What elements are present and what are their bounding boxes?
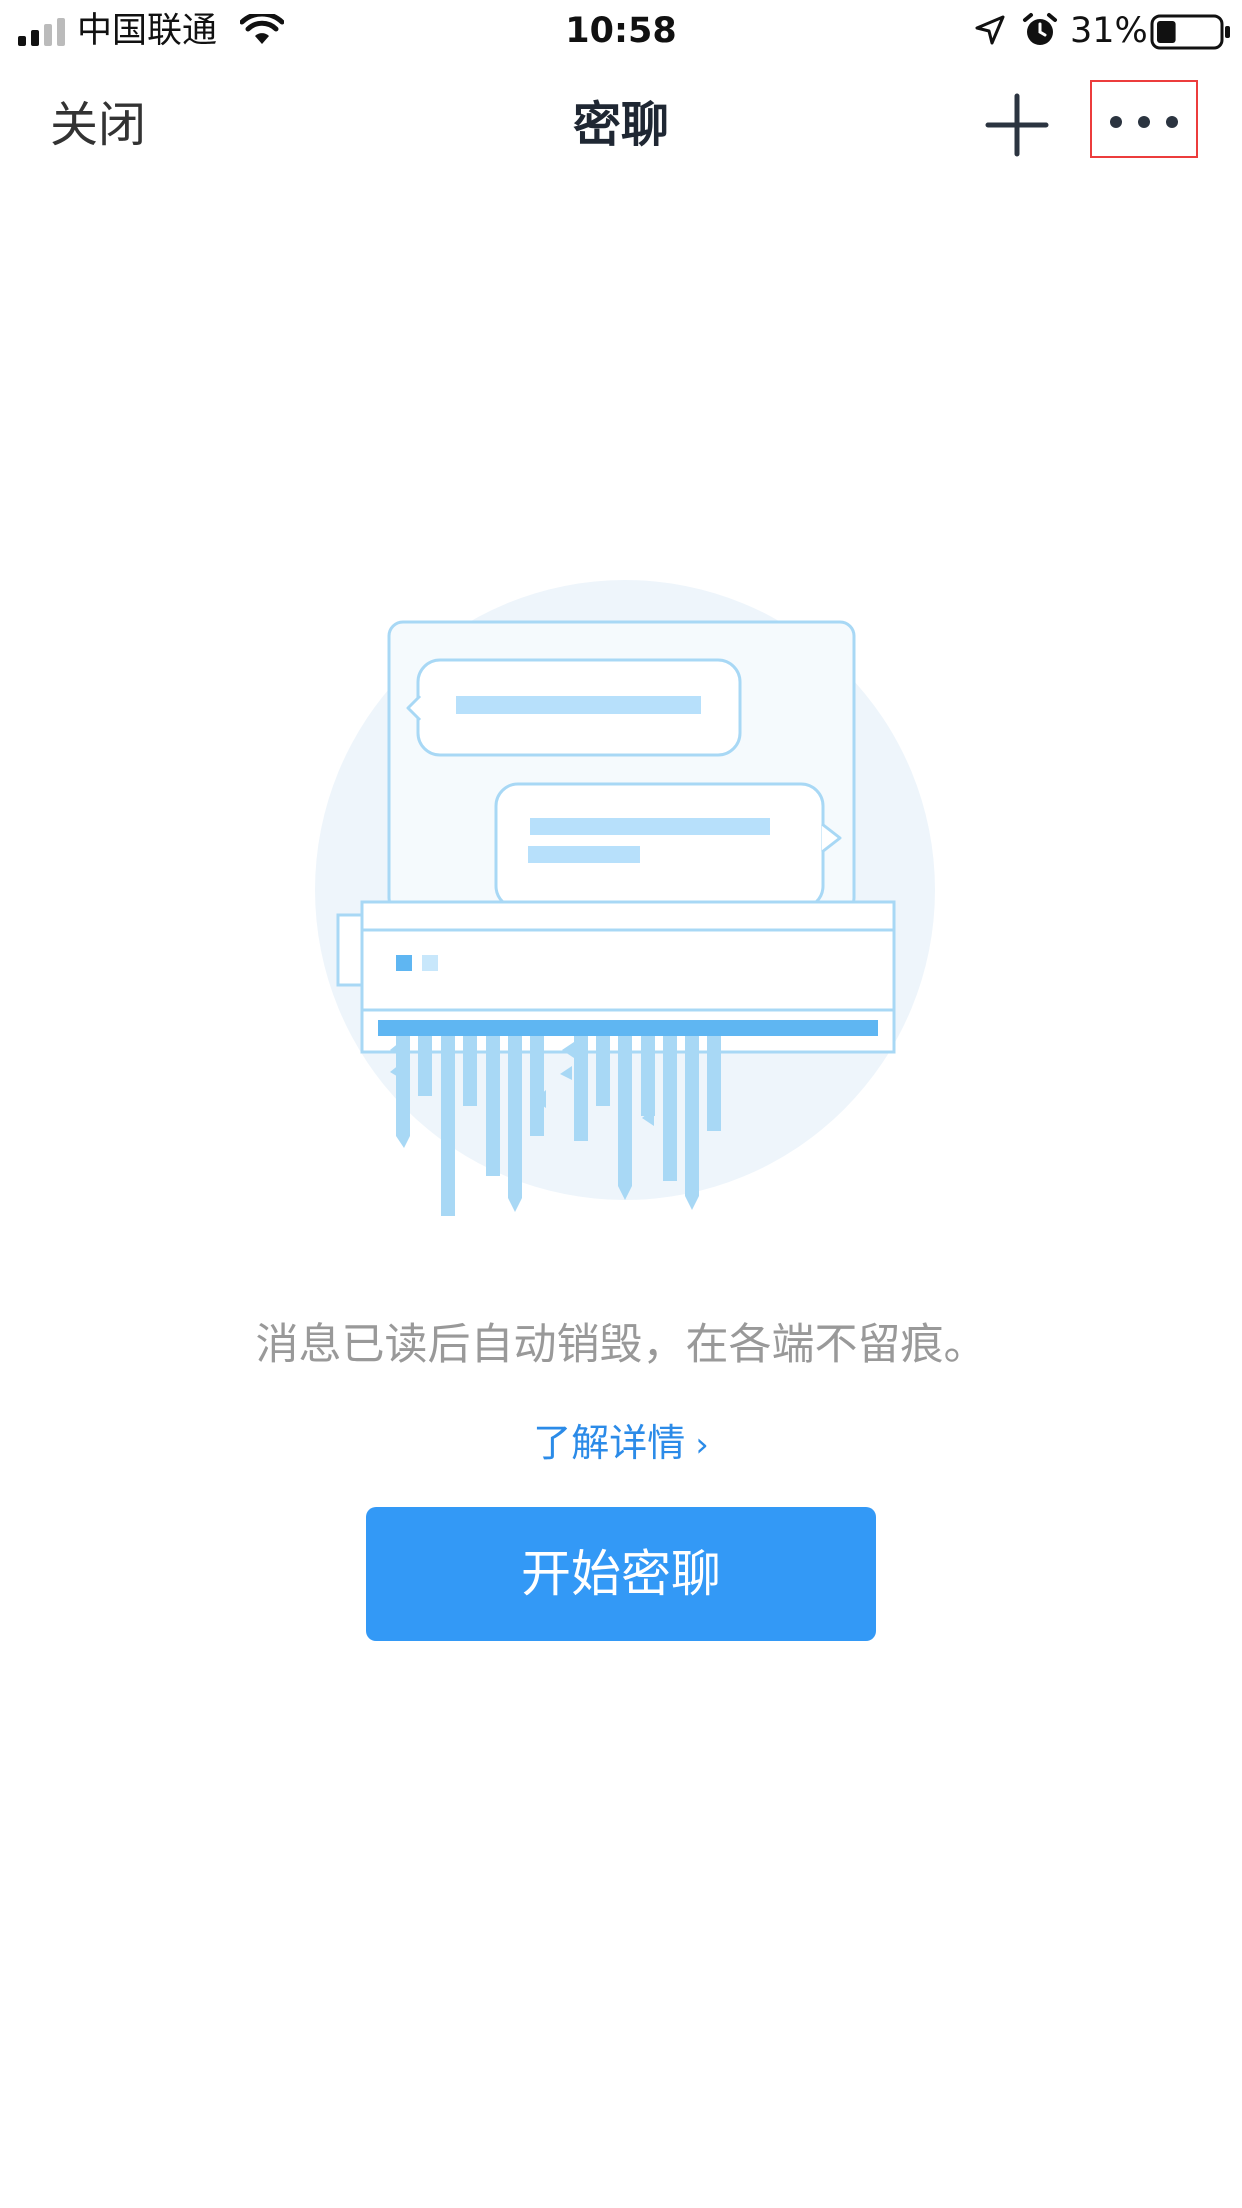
- start-secret-chat-button[interactable]: 开始密聊: [366, 1507, 876, 1641]
- more-options-button[interactable]: [1090, 80, 1198, 158]
- description-text: 消息已读后自动销毁，在各端不留痕。: [255, 1320, 987, 1370]
- nav-bar: 关闭 密聊: [0, 62, 1242, 192]
- alarm-clock-icon: [1023, 13, 1057, 45]
- status-bar: 中国联通 10:58 31%: [0, 0, 1242, 62]
- location-arrow-icon: [975, 15, 1005, 45]
- battery-percent: 31%: [1070, 11, 1148, 51]
- learn-more-link[interactable]: 了解详情 ›: [0, 1415, 1242, 1473]
- learn-more-label: 了解详情: [533, 1421, 686, 1465]
- more-dots-icon: [1110, 116, 1178, 128]
- battery-icon: [1150, 14, 1230, 50]
- message-shredder-illustration: [315, 580, 935, 1216]
- chevron-right-icon: ›: [695, 1425, 709, 1465]
- page-title: 密聊: [572, 97, 669, 153]
- plus-icon[interactable]: [984, 92, 1050, 158]
